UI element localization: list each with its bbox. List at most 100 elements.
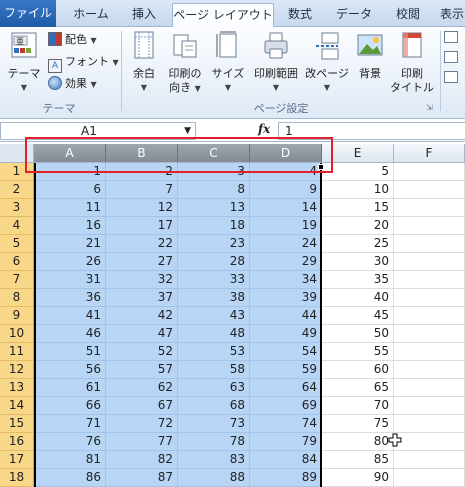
- cell[interactable]: [394, 217, 465, 235]
- partial-small-icon-1[interactable]: [444, 31, 458, 43]
- breaks-label: 改ページ: [305, 67, 349, 80]
- cell[interactable]: [394, 163, 465, 181]
- theme-colors-button[interactable]: 配色 ▼: [48, 31, 97, 49]
- margins-icon: [134, 31, 154, 59]
- cell[interactable]: 50: [322, 325, 394, 343]
- row-header[interactable]: 12: [0, 361, 34, 379]
- row-header[interactable]: 3: [0, 199, 34, 217]
- print-titles-label-line1: 印刷: [401, 67, 423, 80]
- effects-icon: [48, 76, 62, 90]
- effects-label: 効果: [65, 77, 87, 90]
- cell[interactable]: 55: [322, 343, 394, 361]
- cell[interactable]: 20: [322, 217, 394, 235]
- cell[interactable]: 45: [322, 307, 394, 325]
- cell[interactable]: [394, 325, 465, 343]
- breaks-button[interactable]: 改ページ ▼: [302, 31, 352, 95]
- cell[interactable]: [394, 451, 465, 469]
- row-header[interactable]: 6: [0, 253, 34, 271]
- cell[interactable]: 15: [322, 199, 394, 217]
- cell[interactable]: [394, 379, 465, 397]
- margins-button[interactable]: 余白 ▼: [126, 31, 162, 95]
- theme-fonts-button[interactable]: A フォント ▼: [48, 53, 119, 73]
- cell[interactable]: 25: [322, 235, 394, 253]
- row-header[interactable]: 2: [0, 181, 34, 199]
- print-titles-button[interactable]: 印刷 タイトル: [390, 31, 434, 95]
- theme-effects-button[interactable]: 効果 ▼: [48, 75, 97, 93]
- background-button[interactable]: 背景: [352, 31, 388, 81]
- group-divider: [121, 31, 122, 111]
- tab-insert[interactable]: 挿入: [122, 3, 166, 27]
- size-button[interactable]: サイズ ▼: [208, 31, 248, 95]
- theme-button[interactable]: 亜 テーマ ▼: [4, 31, 44, 95]
- orientation-label-line1: 印刷の: [168, 67, 202, 80]
- margins-dropdown-icon: ▼: [140, 83, 148, 92]
- row-header[interactable]: 4: [0, 217, 34, 235]
- cell[interactable]: 80: [322, 433, 394, 451]
- cell[interactable]: [394, 271, 465, 289]
- svg-text:亜: 亜: [16, 37, 24, 46]
- row-header[interactable]: 5: [0, 235, 34, 253]
- cell[interactable]: 70: [322, 397, 394, 415]
- breaks-label-row: 改ページ: [302, 67, 352, 81]
- theme-group-label: テーマ: [42, 102, 76, 115]
- fonts-icon: A: [48, 59, 62, 73]
- row-header[interactable]: 14: [0, 397, 34, 415]
- cell[interactable]: 85: [322, 451, 394, 469]
- cell[interactable]: 35: [322, 271, 394, 289]
- tab-formulas[interactable]: 数式: [278, 3, 322, 27]
- insert-function-icon[interactable]: fx: [258, 122, 270, 136]
- cell[interactable]: 65: [322, 379, 394, 397]
- ribbon-page-layout: 亜 テーマ ▼ 配色 ▼ A フォント ▼ 効果 ▼ テーマ 余白 ▼ 印刷の …: [0, 27, 465, 119]
- row-header[interactable]: 8: [0, 289, 34, 307]
- row-header[interactable]: 11: [0, 343, 34, 361]
- cell[interactable]: 75: [322, 415, 394, 433]
- row-header[interactable]: 10: [0, 325, 34, 343]
- tab-view[interactable]: 表示: [440, 3, 465, 27]
- cell[interactable]: [394, 415, 465, 433]
- print-area-button[interactable]: 印刷範囲 ▼: [250, 31, 302, 95]
- cell[interactable]: [394, 397, 465, 415]
- size-label: サイズ: [211, 67, 245, 80]
- colors-label: 配色: [65, 33, 87, 46]
- cell[interactable]: 30: [322, 253, 394, 271]
- tab-home[interactable]: ホーム: [66, 3, 116, 27]
- partial-small-icon-2[interactable]: [444, 51, 458, 63]
- page-setup-dialog-launcher-icon[interactable]: ⇲: [426, 103, 433, 112]
- orientation-button[interactable]: 印刷の 向き ▼: [164, 31, 206, 96]
- cell[interactable]: 90: [322, 469, 394, 487]
- cell[interactable]: 10: [322, 181, 394, 199]
- row-header[interactable]: 13: [0, 379, 34, 397]
- orientation-label-line2: 向き: [169, 81, 192, 94]
- cell[interactable]: [394, 253, 465, 271]
- breaks-dropdown-icon: ▼: [323, 83, 331, 92]
- cell[interactable]: [394, 235, 465, 253]
- tab-file[interactable]: ファイル: [0, 0, 56, 27]
- partial-small-icon-3[interactable]: [444, 71, 458, 83]
- row-header[interactable]: 16: [0, 433, 34, 451]
- tab-page-layout[interactable]: ページ レイアウト: [172, 3, 274, 28]
- cell[interactable]: [394, 361, 465, 379]
- ribbon-tab-bar: ファイル ホーム 挿入 ページ レイアウト 数式 データ 校閲 表示: [0, 0, 465, 28]
- row-header[interactable]: 7: [0, 271, 34, 289]
- row-header[interactable]: 9: [0, 307, 34, 325]
- cell[interactable]: [394, 307, 465, 325]
- orientation-icon: [173, 34, 197, 58]
- cell[interactable]: [394, 433, 465, 451]
- tab-review[interactable]: 校閲: [386, 3, 430, 27]
- row-header[interactable]: 18: [0, 469, 34, 487]
- cell[interactable]: [394, 181, 465, 199]
- cell[interactable]: [394, 199, 465, 217]
- print-titles-icon: [402, 32, 422, 58]
- column-header-f[interactable]: F: [394, 144, 465, 163]
- cell[interactable]: 40: [322, 289, 394, 307]
- row-header[interactable]: 17: [0, 451, 34, 469]
- background-label: 背景: [359, 67, 381, 80]
- cell[interactable]: [394, 289, 465, 307]
- tab-data[interactable]: データ: [330, 3, 378, 27]
- row-header[interactable]: 15: [0, 415, 34, 433]
- colors-icon: [48, 32, 62, 46]
- cell[interactable]: 60: [322, 361, 394, 379]
- print-titles-label-line2: タイトル: [390, 81, 434, 94]
- cell[interactable]: [394, 469, 465, 487]
- cell[interactable]: [394, 343, 465, 361]
